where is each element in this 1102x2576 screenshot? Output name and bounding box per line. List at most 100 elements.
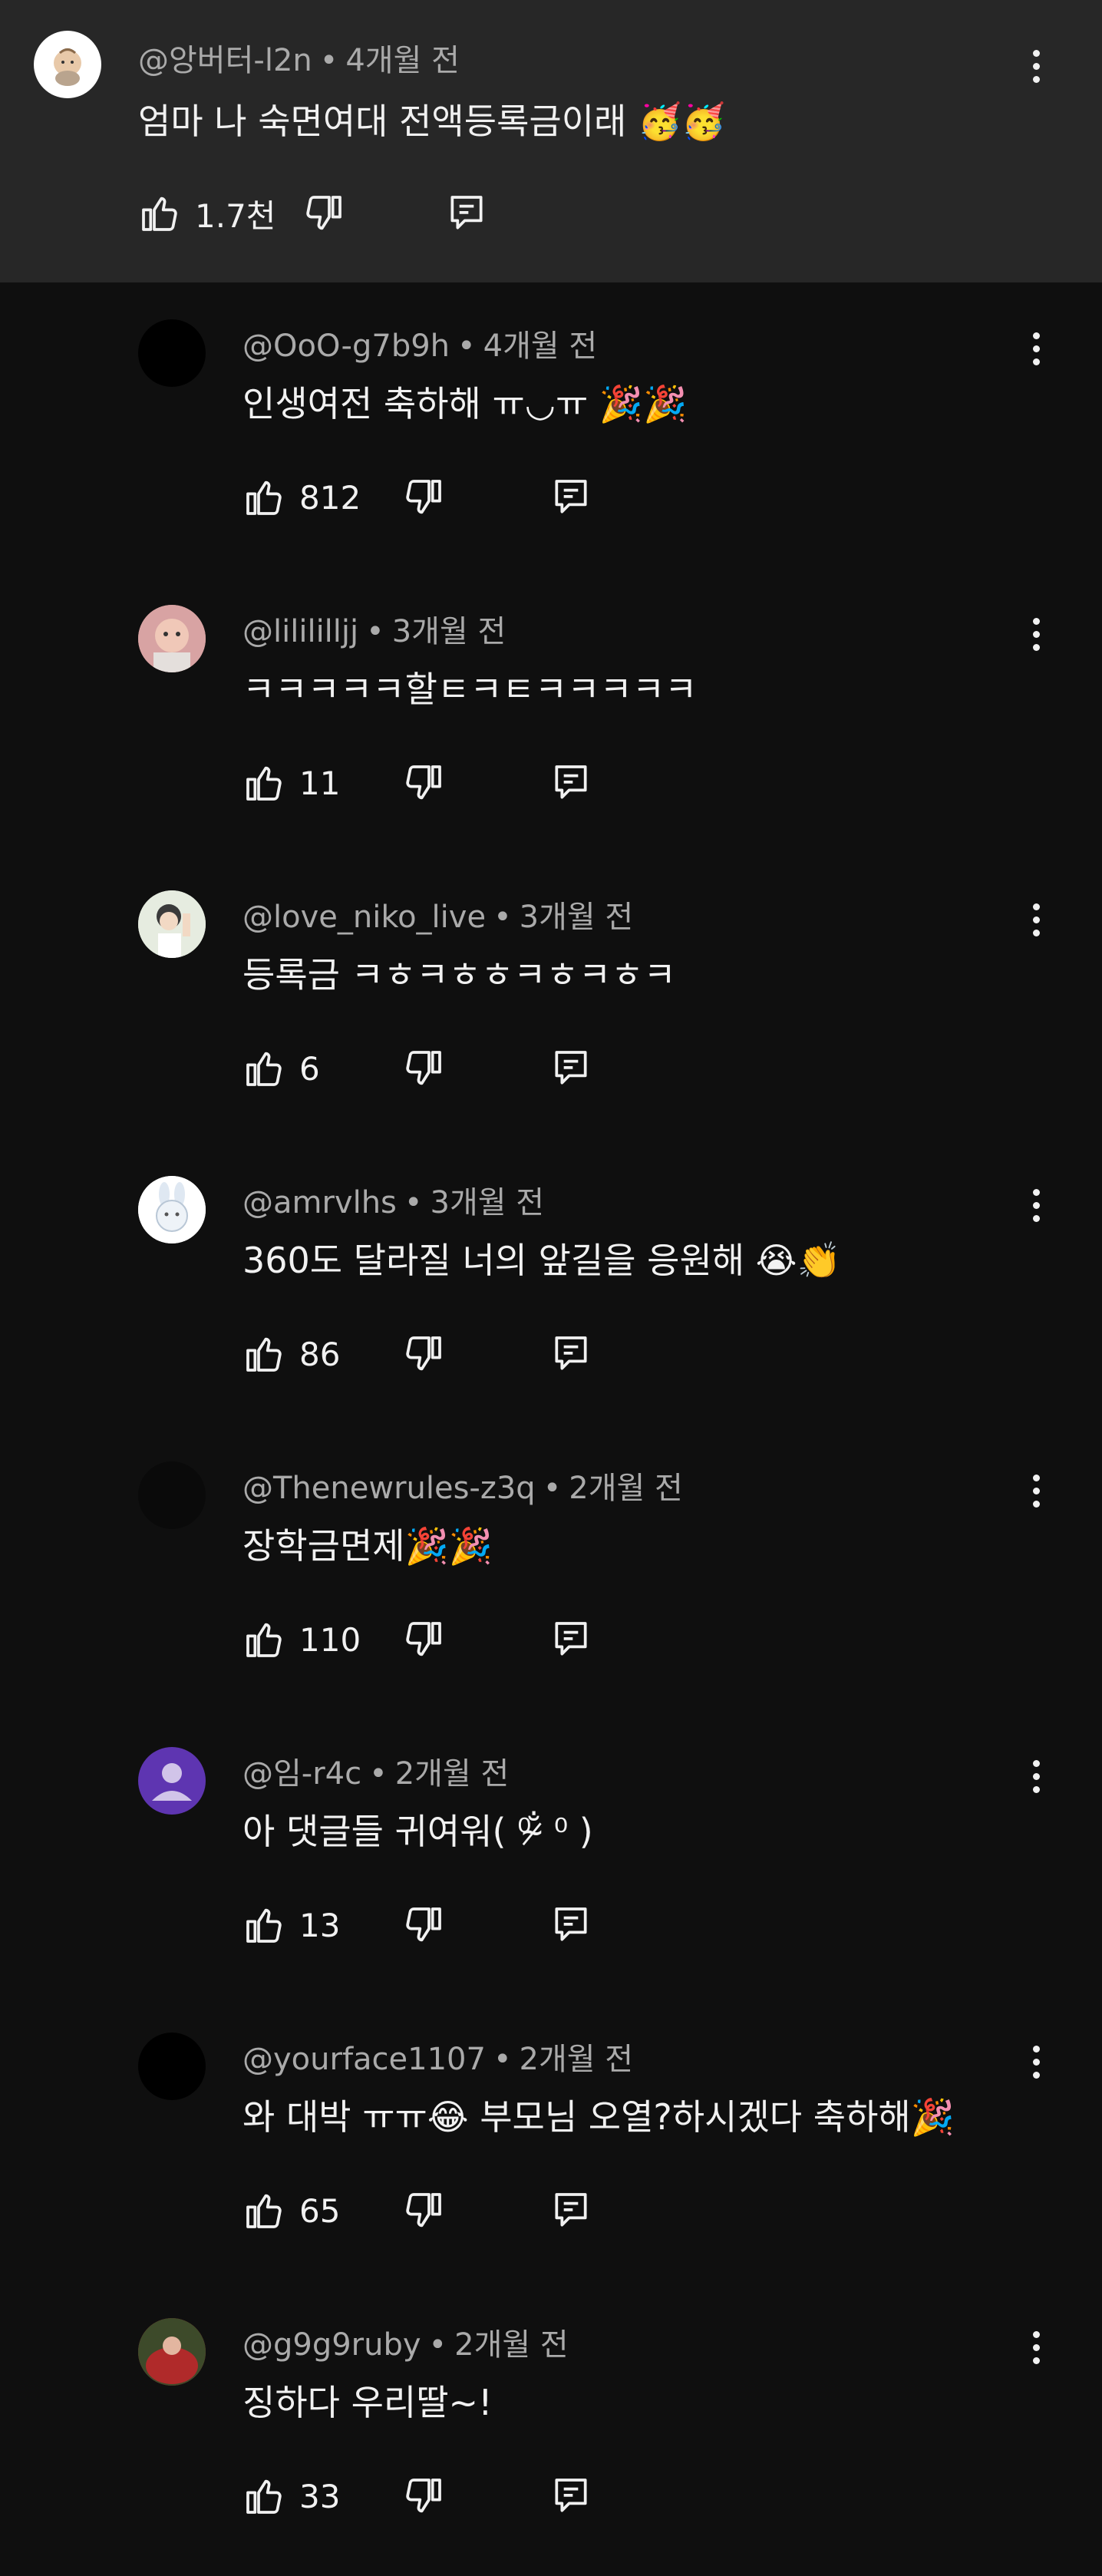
meta-separator: • <box>493 900 512 935</box>
reply-button[interactable] <box>549 1047 592 1090</box>
like-button[interactable]: 65 <box>243 2189 340 2232</box>
more-options-button[interactable] <box>1021 611 1051 657</box>
commenter-avatar[interactable] <box>138 1461 206 1529</box>
more-dot <box>1032 358 1040 365</box>
more-dot <box>1032 630 1040 638</box>
reply-button[interactable] <box>549 1618 592 1661</box>
dislike-button[interactable] <box>402 1333 445 1376</box>
comment-meta: @임-r4c • 2개월 전 <box>243 1749 509 1793</box>
more-options-button[interactable] <box>1021 1468 1051 1514</box>
comment-actions: 86 <box>243 1326 611 1382</box>
comment-meta: @Thenewrules-z3q • 2개월 전 <box>243 1463 683 1508</box>
comment-time: 3개월 전 <box>430 1185 545 1220</box>
more-dot <box>1032 49 1040 57</box>
comment-author[interactable]: @Thenewrules-z3q <box>243 1471 536 1506</box>
like-button[interactable]: 13 <box>243 1904 340 1947</box>
dislike-button[interactable] <box>402 476 445 519</box>
more-dot <box>1032 1500 1040 1508</box>
comment-actions: 13 <box>243 1897 611 1953</box>
reply-button[interactable] <box>445 192 488 235</box>
comment-meta: @love_niko_live • 3개월 전 <box>243 892 633 936</box>
comment-text: 엄마 나 숙면여대 전액등록금이래 🥳🥳 <box>138 101 726 142</box>
more-options-button[interactable] <box>1021 2039 1051 2085</box>
comment-author[interactable]: @g9g9ruby <box>243 2327 421 2363</box>
reply-button[interactable] <box>549 1904 592 1947</box>
commenter-avatar[interactable] <box>138 2033 206 2100</box>
comment-author[interactable]: @앙버터-l2n <box>138 43 312 78</box>
like-button[interactable]: 86 <box>243 1333 340 1376</box>
like-button[interactable]: 110 <box>243 1618 361 1661</box>
meta-separator: • <box>428 2327 447 2363</box>
more-dot <box>1032 1214 1040 1222</box>
dislike-button[interactable] <box>402 2189 445 2232</box>
thumbs-up-icon <box>246 766 282 801</box>
dislike-button[interactable] <box>302 192 345 235</box>
commenter-avatar[interactable] <box>138 319 206 387</box>
more-options-button[interactable] <box>1021 2324 1051 2370</box>
comment-time: 2개월 전 <box>569 1471 683 1506</box>
like-button[interactable]: 1.7천 <box>138 190 276 237</box>
comment-author[interactable]: @임-r4c <box>243 1756 361 1792</box>
like-count: 110 <box>299 1620 361 1659</box>
more-options-button[interactable] <box>1021 43 1051 89</box>
thumbs-down-icon <box>406 1051 441 1085</box>
comment-author[interactable]: @lilililljj <box>243 614 358 649</box>
reply-button[interactable] <box>549 1333 592 1376</box>
baby-avatar-icon <box>54 48 81 86</box>
like-button[interactable]: 812 <box>243 476 361 519</box>
like-count: 65 <box>299 2191 341 2230</box>
more-dot <box>1032 916 1040 923</box>
default-user-icon <box>152 1763 192 1801</box>
like-button[interactable]: 11 <box>243 761 340 804</box>
reply-button[interactable] <box>549 761 592 804</box>
dislike-button[interactable] <box>402 1047 445 1090</box>
commenter-avatar[interactable] <box>138 890 206 958</box>
parent-comment: @앙버터-l2n • 4개월 전 엄마 나 숙면여대 전액등록금이래 🥳🥳 1.7천 <box>0 0 1102 282</box>
dislike-button[interactable] <box>402 2475 445 2518</box>
more-options-button[interactable] <box>1021 1182 1051 1228</box>
dislike-button[interactable] <box>402 1618 445 1661</box>
reply-button[interactable] <box>549 2189 592 2232</box>
comment-time: 2개월 전 <box>394 1756 510 1792</box>
reply-button[interactable] <box>549 2475 592 2518</box>
meta-separator: • <box>366 614 384 649</box>
comment-author[interactable]: @love_niko_live <box>243 900 486 935</box>
comment-author[interactable]: @amrvlhs <box>243 1185 397 1220</box>
comment-author[interactable]: @yourface1107 <box>243 2042 486 2077</box>
comment-text: 징하다 우리딸~! <box>243 2382 493 2423</box>
more-dot <box>1032 2343 1040 2351</box>
more-dot <box>1032 1188 1040 1196</box>
dislike-button[interactable] <box>402 1904 445 1947</box>
commenter-avatar[interactable] <box>138 1747 206 1815</box>
meta-separator: • <box>543 1471 562 1506</box>
more-dot <box>1032 2356 1040 2364</box>
more-options-button[interactable] <box>1021 325 1051 372</box>
more-dot <box>1032 1785 1040 1793</box>
thumbs-down-icon <box>406 2193 441 2228</box>
more-options-button[interactable] <box>1021 897 1051 943</box>
dislike-button[interactable] <box>402 761 445 804</box>
thumbs-down-icon <box>406 480 441 514</box>
reply-icon <box>555 1622 587 1656</box>
bunny-avatar-icon <box>138 1176 206 1243</box>
comment-meta: @g9g9ruby • 2개월 전 <box>243 2320 569 2364</box>
commenter-avatar[interactable] <box>138 2318 206 2386</box>
commenter-avatar[interactable] <box>138 605 206 672</box>
thumbs-down-icon <box>406 2479 441 2513</box>
comment-time: 2개월 전 <box>454 2327 569 2363</box>
meta-separator: • <box>369 1756 388 1792</box>
more-options-button[interactable] <box>1021 1753 1051 1799</box>
reply-icon <box>555 1336 587 1370</box>
commenter-avatar[interactable] <box>138 1176 206 1243</box>
more-dot <box>1032 1487 1040 1494</box>
more-dot <box>1032 929 1040 936</box>
thumbs-down-icon <box>406 1622 441 1656</box>
comment-author[interactable]: @OoO-g7b9h <box>243 329 450 364</box>
reply-button[interactable] <box>549 476 592 519</box>
like-button[interactable]: 33 <box>243 2475 340 2518</box>
reply-icon <box>450 196 483 230</box>
reply-icon <box>555 1907 587 1941</box>
commenter-avatar[interactable] <box>34 31 101 98</box>
like-button[interactable]: 6 <box>243 1047 320 1090</box>
comment-time: 4개월 전 <box>345 43 460 78</box>
